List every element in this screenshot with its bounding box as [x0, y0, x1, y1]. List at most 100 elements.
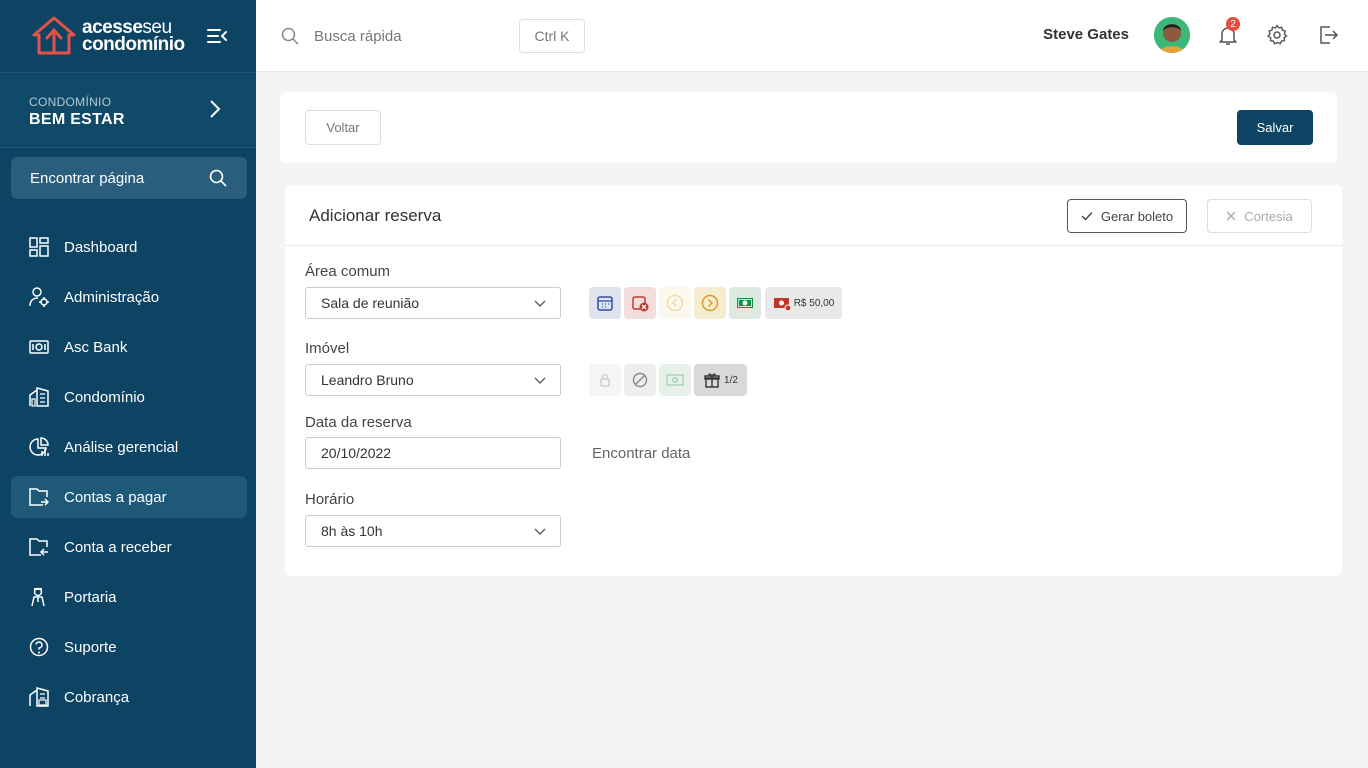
- dashboard-icon: [29, 237, 49, 257]
- sidebar-item-contas-a-pagar[interactable]: Contas a pagar: [11, 476, 247, 518]
- avatar[interactable]: [1154, 17, 1190, 53]
- chart-pie-icon: [29, 437, 49, 457]
- sidebar-item-asc-bank[interactable]: Asc Bank: [11, 326, 247, 368]
- price-value: R$ 50,00: [793, 297, 835, 309]
- sidebar-item-label: Administração: [64, 288, 160, 306]
- find-date-link[interactable]: Encontrar data: [592, 445, 690, 462]
- lock-icon: [600, 373, 610, 387]
- sidebar-item-label: Contas a pagar: [64, 488, 167, 506]
- property-select[interactable]: Leandro Bruno: [305, 364, 561, 396]
- money-icon: [737, 298, 753, 308]
- admin-user-gear-icon: [29, 287, 49, 307]
- blocked-icon: [632, 372, 648, 388]
- sidebar-item-label: Cobrança: [64, 688, 130, 706]
- find-page-button[interactable]: Encontrar página: [11, 157, 247, 199]
- check-icon: [1081, 212, 1093, 221]
- chevron-right-icon: [210, 100, 221, 118]
- date-input[interactable]: [305, 437, 561, 469]
- calendar-cancel-chip[interactable]: [624, 287, 656, 319]
- chevron-down-icon: [534, 300, 546, 307]
- chevron-down-icon: [534, 528, 546, 535]
- chevron-down-icon: [534, 377, 546, 384]
- sidebar-item-conta-a-receber[interactable]: Conta a receber: [11, 526, 247, 568]
- search-icon: [209, 169, 227, 187]
- sidebar-item-suporte[interactable]: Suporte: [11, 626, 247, 668]
- money-icon: [666, 374, 684, 386]
- avatar-person-icon: [1154, 17, 1190, 53]
- next-chip[interactable]: [694, 287, 726, 319]
- gear-icon[interactable]: [1266, 24, 1288, 46]
- quick-search-input[interactable]: [306, 20, 506, 52]
- area-label: Área comum: [305, 263, 391, 280]
- building-money-icon: [29, 687, 49, 707]
- area-select-value: Sala de reunião: [321, 295, 420, 311]
- notification-badge: 2: [1226, 17, 1240, 31]
- sidebar-item-label: Asc Bank: [64, 338, 128, 356]
- property-select-value: Leandro Bruno: [321, 372, 414, 388]
- search-icon: [281, 27, 299, 45]
- reservation-form: Adicionar reserva Gerar boleto Cortesia …: [285, 185, 1342, 576]
- blocked-chip[interactable]: [624, 364, 656, 396]
- sidebar-item-label: Conta a receber: [64, 538, 172, 556]
- form-header: Adicionar reserva Gerar boleto Cortesia: [285, 185, 1342, 246]
- sidebar-item-dashboard[interactable]: Dashboard: [11, 226, 247, 268]
- user-name[interactable]: Steve Gates: [1043, 26, 1129, 43]
- money-light-chip[interactable]: [659, 364, 691, 396]
- find-page-label: Encontrar página: [30, 169, 145, 187]
- ratio-value: 1/2: [724, 374, 738, 386]
- condo-selector[interactable]: CONDOMÍNIO BEM ESTAR: [0, 72, 256, 148]
- close-icon: [1226, 211, 1236, 221]
- sidebar-item-analise-gerencial[interactable]: Análise gerencial: [11, 426, 247, 468]
- time-label: Horário: [305, 491, 355, 508]
- sidebar-item-label: Dashboard: [64, 238, 138, 256]
- sidebar-item-portaria[interactable]: Portaria: [11, 576, 247, 618]
- top-header: Ctrl K Steve Gates 2: [256, 0, 1368, 72]
- ratio-chip[interactable]: 1/2: [694, 364, 747, 396]
- lock-chip[interactable]: [589, 364, 621, 396]
- guard-icon: [29, 587, 49, 607]
- calendar-chip[interactable]: [589, 287, 621, 319]
- folder-out-icon: [29, 487, 49, 507]
- shortcut-hint: Ctrl K: [519, 19, 585, 53]
- money-alert-icon: [773, 298, 791, 312]
- sidebar-item-label: Portaria: [64, 588, 117, 606]
- date-label: Data da reserva: [305, 414, 412, 431]
- gift-icon: [704, 373, 720, 388]
- cortesia-label: Cortesia: [1244, 208, 1293, 224]
- sidebar-item-label: Análise gerencial: [64, 438, 179, 456]
- money-chip[interactable]: [729, 287, 761, 319]
- sidebar-item-label: Condomínio: [64, 388, 145, 406]
- brand-line2: condomínio: [82, 34, 185, 55]
- brand-text: acesseseu condomínio: [82, 18, 185, 55]
- bank-money-icon: [29, 337, 49, 357]
- calendar-icon: [597, 296, 613, 311]
- chevron-left-circle-icon: [666, 294, 684, 312]
- sidebar-nav: Dashboard Administração Asc Bank Condomí…: [11, 226, 247, 726]
- house-arrow-logo-icon: [32, 16, 76, 55]
- action-bar: Voltar Salvar: [280, 92, 1337, 163]
- calendar-cancel-icon: [632, 296, 649, 312]
- cortesia-button[interactable]: Cortesia: [1207, 199, 1312, 233]
- sidebar: acesseseu condomínio CONDOMÍNIO BEM ESTA…: [0, 0, 256, 768]
- brand[interactable]: acesseseu condomínio: [0, 0, 256, 72]
- save-button[interactable]: Salvar: [1237, 110, 1313, 145]
- chevron-right-circle-icon: [701, 294, 719, 312]
- menu-collapse-icon[interactable]: [206, 26, 228, 46]
- property-label: Imóvel: [305, 340, 350, 357]
- sidebar-item-administracao[interactable]: Administração: [11, 276, 247, 318]
- area-select[interactable]: Sala de reunião: [305, 287, 561, 319]
- time-select-value: 8h às 10h: [321, 523, 383, 539]
- sidebar-item-cobranca[interactable]: Cobrança: [11, 676, 247, 718]
- sidebar-item-condominio[interactable]: Condomínio: [11, 376, 247, 418]
- folder-in-icon: [29, 537, 49, 557]
- price-chip[interactable]: R$ 50,00: [765, 287, 842, 319]
- form-title: Adicionar reserva: [309, 206, 442, 225]
- building-icon: [29, 387, 49, 407]
- generate-boleto-label: Gerar boleto: [1100, 208, 1174, 224]
- back-button[interactable]: Voltar: [305, 110, 381, 145]
- help-circle-icon: [29, 637, 49, 657]
- prev-disabled-chip[interactable]: [659, 287, 691, 319]
- generate-boleto-button[interactable]: Gerar boleto: [1067, 199, 1187, 233]
- time-select[interactable]: 8h às 10h: [305, 515, 561, 547]
- logout-icon[interactable]: [1317, 24, 1339, 46]
